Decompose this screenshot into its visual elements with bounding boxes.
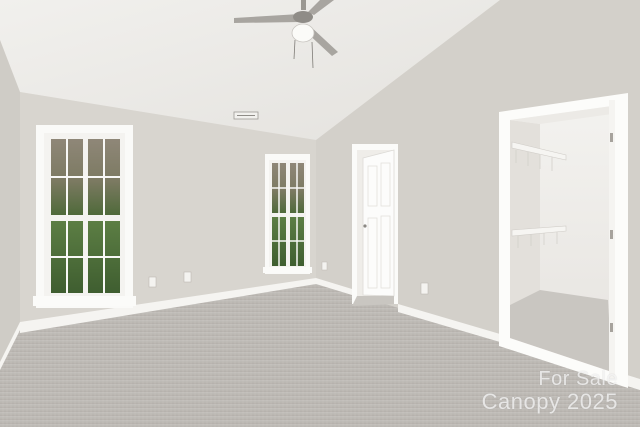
watermark-line-2: Canopy 2025 xyxy=(481,389,618,414)
wall-outlet-2 xyxy=(183,271,192,283)
bedroom-photo: For Sale Canopy 2025 xyxy=(0,0,640,427)
wall-outlet-3 xyxy=(420,282,429,295)
closet-doorway xyxy=(499,93,628,388)
left-wall xyxy=(0,40,20,370)
window-center xyxy=(263,154,312,274)
wall-outlet-4 xyxy=(321,261,328,271)
wall-outlet-1 xyxy=(148,276,157,288)
watermark-line-1: For Sale xyxy=(538,368,618,390)
window-left xyxy=(33,125,136,308)
doorway-middle xyxy=(352,144,398,306)
room-scene xyxy=(0,0,640,427)
listing-watermark: For Sale Canopy 2025 xyxy=(482,369,618,413)
